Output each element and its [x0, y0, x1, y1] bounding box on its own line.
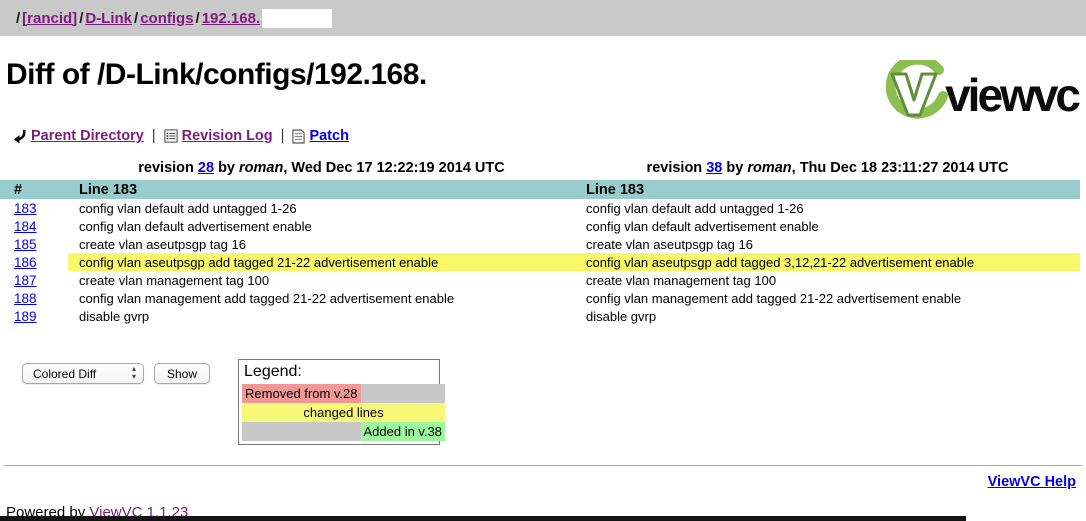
revision-left-header: revision 28 by roman, Wed Dec 17 12:22:1…	[68, 160, 575, 180]
revision-28-link[interactable]: 28	[198, 160, 214, 176]
diff-table: revision 28 by roman, Wed Dec 17 12:22:1…	[0, 160, 1080, 325]
legend-removed-filler	[361, 384, 446, 403]
breadcrumb-separator: /	[196, 10, 200, 27]
diff-line-right: config vlan aseutpsgp add tagged 3,12,21…	[575, 253, 1080, 271]
viewvc-logo: viewvc	[879, 60, 1078, 129]
breadcrumb-separator: /	[79, 10, 83, 27]
table-row: 185 create vlan aseutpsgp tag 16 create …	[0, 235, 1080, 253]
diff-line-left: create vlan management tag 100	[68, 271, 575, 289]
diff-line-right: disable gvrp	[575, 307, 1080, 325]
patch-icon	[292, 129, 305, 144]
line-number-link[interactable]: 187	[14, 273, 37, 288]
legend-added-filler	[242, 422, 360, 441]
diff-line-left: create vlan aseutpsgp tag 16	[68, 235, 575, 253]
revision-38-link[interactable]: 38	[706, 160, 722, 176]
nav-separator: |	[152, 128, 156, 144]
table-row: 183 config vlan default add untagged 1-2…	[0, 199, 1080, 217]
viewvc-help-link[interactable]: ViewVC Help	[988, 474, 1076, 490]
diff-line-left: config vlan management add tagged 21-22 …	[68, 289, 575, 307]
revision-mid: by	[214, 160, 239, 176]
patch-link[interactable]: Patch	[309, 128, 349, 144]
breadcrumb-item-file[interactable]: 192.168.	[202, 10, 260, 27]
line-number-link[interactable]: 188	[14, 291, 37, 306]
revision-log-icon	[164, 129, 178, 143]
legend-changed-label: changed lines	[242, 403, 445, 422]
breadcrumb-item-dlink[interactable]: D-Link	[85, 10, 132, 27]
diff-line-left: config vlan default add untagged 1-26	[68, 199, 575, 217]
diff-line-left: config vlan aseutpsgp add tagged 21-22 a…	[68, 253, 575, 271]
revision-headers: revision 28 by roman, Wed Dec 17 12:22:1…	[0, 160, 1080, 180]
nav-separator: |	[281, 128, 285, 144]
viewvc-logo-text: viewvc	[945, 68, 1078, 122]
legend-title: Legend:	[242, 362, 436, 384]
diff-format-selected-value: Colored Diff	[33, 367, 96, 381]
hash-column-header: #	[0, 180, 68, 199]
parent-directory-icon	[12, 129, 27, 144]
diff-format-select[interactable]: Colored Diff ▴▾	[22, 363, 144, 384]
diff-table-header: # Line 183 Line 183	[0, 180, 1080, 199]
table-row: 184 config vlan default advertisement en…	[0, 217, 1080, 235]
table-row: 189 disable gvrp disable gvrp	[0, 307, 1080, 325]
redacted-area	[262, 9, 332, 28]
legend: Legend: Removed from v.28 changed lines …	[238, 359, 440, 445]
diff-line-right: config vlan default advertisement enable	[575, 217, 1080, 235]
bottom-window-edge	[0, 516, 966, 521]
revision-author: roman	[747, 160, 791, 176]
table-row-changed: 186 config vlan aseutpsgp add tagged 21-…	[0, 253, 1080, 271]
breadcrumb-separator: /	[16, 10, 20, 27]
line-number-link[interactable]: 189	[14, 309, 37, 324]
viewvc-logo-icon	[879, 60, 951, 129]
line-number-link[interactable]: 185	[14, 237, 37, 252]
table-row: 187 create vlan management tag 100 creat…	[0, 271, 1080, 289]
breadcrumb: / [rancid] / D-Link / configs / 192.168.	[0, 0, 1086, 36]
revision-prefix: revision	[647, 160, 707, 176]
diff-line-right: config vlan management add tagged 21-22 …	[575, 289, 1080, 307]
right-line-header: Line 183	[575, 180, 1080, 199]
breadcrumb-separator: /	[134, 10, 138, 27]
revision-mid: by	[722, 160, 747, 176]
revision-date: , Wed Dec 17 12:22:19 2014 UTC	[283, 160, 504, 176]
table-row: 188 config vlan management add tagged 21…	[0, 289, 1080, 307]
diff-line-right: create vlan aseutpsgp tag 16	[575, 235, 1080, 253]
breadcrumb-item-configs[interactable]: configs	[140, 10, 193, 27]
show-button[interactable]: Show	[154, 363, 210, 384]
diff-line-right: config vlan default add untagged 1-26	[575, 199, 1080, 217]
revision-author: roman	[239, 160, 283, 176]
revision-prefix: revision	[138, 160, 198, 176]
diff-line-left: config vlan default advertisement enable	[68, 217, 575, 235]
breadcrumb-item-rancid[interactable]: [rancid]	[22, 10, 77, 27]
left-line-header: Line 183	[68, 180, 575, 199]
select-stepper-icon: ▴▾	[132, 365, 136, 381]
legend-added-label: Added in v.38	[361, 422, 446, 441]
diff-line-right: create vlan management tag 100	[575, 271, 1080, 289]
diff-line-left: disable gvrp	[68, 307, 575, 325]
line-number-link[interactable]: 183	[14, 201, 37, 216]
legend-removed-label: Removed from v.28	[242, 384, 360, 403]
revision-right-header: revision 38 by roman, Thu Dec 18 23:11:2…	[575, 160, 1080, 180]
revision-date: , Thu Dec 18 23:11:27 2014 UTC	[792, 160, 1009, 176]
line-number-link[interactable]: 186	[14, 255, 37, 270]
line-number-link[interactable]: 184	[14, 219, 37, 234]
parent-directory-link[interactable]: Parent Directory	[31, 128, 144, 144]
revision-log-link[interactable]: Revision Log	[182, 128, 273, 144]
